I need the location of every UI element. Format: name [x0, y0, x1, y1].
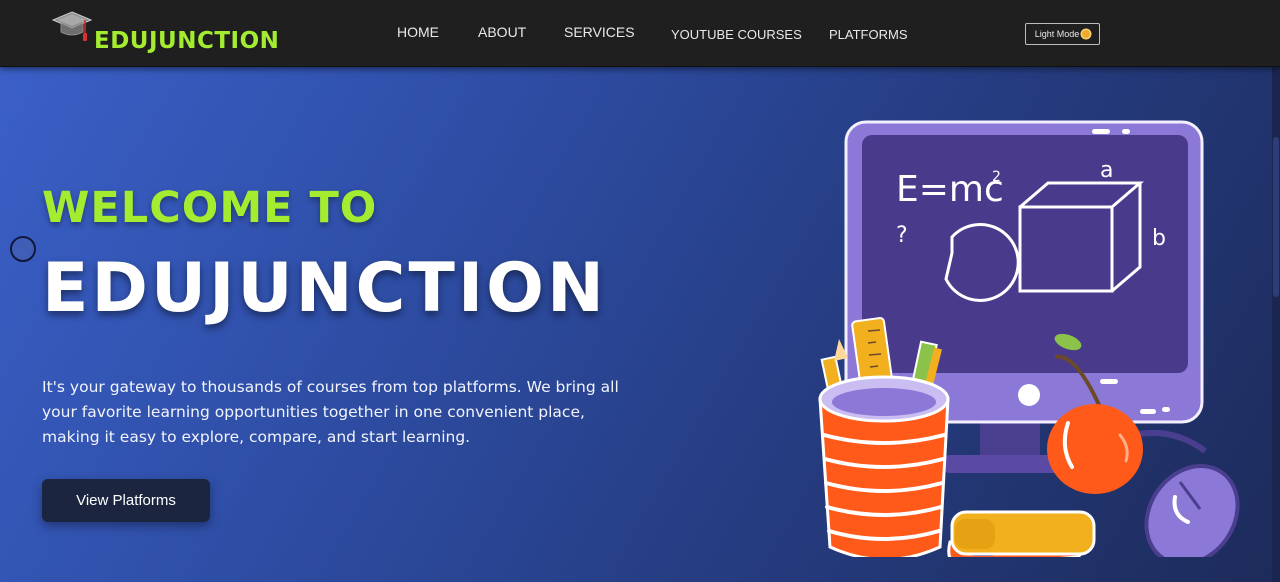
hero-welcome-heading: WELCOME TO — [42, 183, 378, 233]
board-label-b: b — [1152, 226, 1166, 251]
top-navbar: EDUJUNCTION HOME ABOUT SERVICES YOUTUBE … — [0, 0, 1280, 67]
hero-tagline: It's your gateway to thousands of course… — [42, 378, 619, 446]
nav-link-services[interactable]: SERVICES — [564, 24, 635, 40]
board-formula: E=mc — [896, 169, 1004, 210]
scrollbar-thumb[interactable] — [1273, 137, 1279, 297]
nav-link-about[interactable]: ABOUT — [478, 24, 526, 40]
board-label-a: a — [1100, 158, 1113, 183]
stapler-icon — [947, 510, 1096, 557]
sun-icon — [1082, 30, 1091, 38]
nav-link-platforms[interactable]: PLATFORMS — [829, 27, 908, 42]
nav-link-youtube-courses[interactable]: YOUTUBE COURSES — [671, 27, 802, 42]
hero-title: EDUJUNCTION — [42, 249, 607, 328]
scroll-indicator[interactable] — [10, 236, 36, 262]
theme-toggle-button[interactable]: Light Mode — [1025, 23, 1100, 45]
view-platforms-button[interactable]: View Platforms — [42, 479, 210, 522]
theme-toggle-label: Light Mode — [1034, 29, 1080, 39]
page-scrollbar[interactable] — [1272, 67, 1280, 582]
hero-section: WELCOME TO EDUJUNCTION It's your gateway… — [0, 67, 1280, 582]
board-question-mark: ? — [896, 223, 908, 248]
graduation-cap-icon — [51, 10, 93, 46]
nav-link-home[interactable]: HOME — [397, 24, 439, 40]
education-illustration: E=mc 2 ? a b — [818, 120, 1240, 557]
brand-name: EDUJUNCTION — [94, 28, 280, 54]
pencil-cup-icon — [818, 317, 950, 557]
board-formula-exponent: 2 — [992, 169, 1001, 185]
